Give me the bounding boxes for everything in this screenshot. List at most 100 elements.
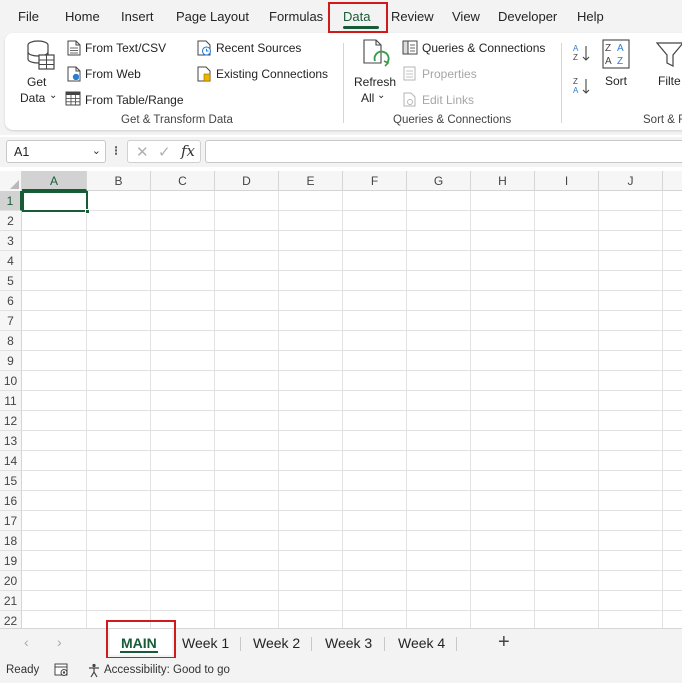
row-header-9[interactable]: 9 [0, 351, 22, 371]
sheet-tab-week-2[interactable]: Week 2 [253, 635, 300, 651]
column-header-a[interactable]: A [22, 171, 87, 191]
column-header-b[interactable]: B [87, 171, 151, 191]
menu-home[interactable]: Home [65, 9, 100, 24]
row-header-4[interactable]: 4 [0, 251, 22, 271]
macro-recorder-icon[interactable] [54, 663, 69, 677]
row-header-14[interactable]: 14 [0, 451, 22, 471]
row-header-18[interactable]: 18 [0, 531, 22, 551]
grid-row-line [22, 470, 682, 471]
grid-row-line [22, 230, 682, 231]
column-header-c[interactable]: C [151, 171, 215, 191]
row-header-13[interactable]: 13 [0, 431, 22, 451]
accessibility-status[interactable]: Accessibility: Good to go [104, 664, 230, 676]
insert-function-icon[interactable]: fx [181, 142, 195, 160]
formula-input[interactable] [205, 140, 682, 163]
ribbon: Get Data ⌄ From Text/CSV From Web From T… [5, 33, 682, 130]
name-box-value: A1 [14, 145, 30, 159]
row-header-1[interactable]: 1 [0, 191, 22, 211]
ribbon-area: Get Data ⌄ From Text/CSV From Web From T… [0, 33, 682, 135]
menu-review[interactable]: Review [391, 9, 434, 24]
more-options-icon[interactable]: ⁝ [114, 143, 118, 159]
column-header-h[interactable]: H [471, 171, 535, 191]
add-sheet-icon[interactable]: + [498, 631, 510, 654]
column-header-d[interactable]: D [215, 171, 279, 191]
ribbon-separator [343, 43, 344, 123]
row-header-3[interactable]: 3 [0, 231, 22, 251]
menu-data[interactable]: Data [343, 9, 370, 24]
row-header-17[interactable]: 17 [0, 511, 22, 531]
edit-links-icon [403, 92, 416, 107]
chevron-left-icon[interactable]: ‹ [24, 634, 29, 650]
refresh-all-label-2: All [361, 91, 375, 105]
svg-text:Z: Z [605, 43, 611, 54]
grid-row-line [22, 490, 682, 491]
menu-formulas[interactable]: Formulas [269, 9, 323, 24]
column-header-k[interactable] [663, 171, 682, 191]
row-header-19[interactable]: 19 [0, 551, 22, 571]
grid-row-line [22, 450, 682, 451]
select-all-icon [10, 180, 19, 189]
get-data-label-1: Get [27, 75, 47, 89]
row-header-22[interactable]: 22 [0, 611, 22, 628]
from-web-label: From Web [85, 67, 141, 81]
group-label-queries: Queries & Connections [393, 114, 512, 126]
properties-icon [403, 66, 416, 81]
existing-connections-icon [197, 66, 211, 82]
queries-connections-icon [402, 40, 418, 55]
filter-label: Filte [658, 74, 681, 88]
svg-text:A: A [573, 86, 579, 95]
menu-developer[interactable]: Developer [498, 9, 557, 24]
column-header-e[interactable]: E [279, 171, 343, 191]
row-header-11[interactable]: 11 [0, 391, 22, 411]
row-header-5[interactable]: 5 [0, 271, 22, 291]
menu-insert[interactable]: Insert [121, 9, 154, 24]
spreadsheet-grid[interactable]: A B C D E F G H I J 1 2 3 4 5 6 7 8 9 10… [0, 171, 682, 628]
column-header-f[interactable]: F [343, 171, 407, 191]
grid-row-line [22, 410, 682, 411]
row-header-10[interactable]: 10 [0, 371, 22, 391]
menu-help[interactable]: Help [577, 9, 604, 24]
row-header-21[interactable]: 21 [0, 591, 22, 611]
menu-page-layout[interactable]: Page Layout [176, 9, 249, 24]
row-header-12[interactable]: 12 [0, 411, 22, 431]
menu-view[interactable]: View [452, 9, 480, 24]
row-header-15[interactable]: 15 [0, 471, 22, 491]
sheet-tab-main[interactable]: MAIN [121, 635, 157, 651]
tab-separator [311, 637, 312, 651]
grid-row-line [22, 610, 682, 611]
select-all-button[interactable] [0, 171, 22, 191]
database-icon [27, 40, 55, 70]
refresh-all-label-1: Refresh [354, 75, 397, 89]
column-header-g[interactable]: G [407, 171, 471, 191]
cancel-icon[interactable]: ✕ [136, 143, 149, 161]
get-data-label-2: Data [20, 91, 46, 105]
row-header-16[interactable]: 16 [0, 491, 22, 511]
active-cell[interactable] [22, 191, 88, 212]
name-box[interactable]: A1 ⌄ [6, 140, 106, 163]
sheet-tab-week-4[interactable]: Week 4 [398, 635, 445, 651]
properties-label: Properties [422, 67, 477, 81]
group-label-get-transform: Get & Transform Data [121, 114, 233, 126]
chevron-down-icon[interactable]: ⌄ [92, 144, 101, 157]
row-header-7[interactable]: 7 [0, 311, 22, 331]
ribbon-separator [561, 43, 562, 123]
fill-handle[interactable] [85, 209, 90, 214]
row-header-6[interactable]: 6 [0, 291, 22, 311]
svg-text:A: A [605, 56, 612, 67]
grid-row-line [22, 510, 682, 511]
grid-row-line [22, 250, 682, 251]
formula-bar: A1 ⌄ ⁝ ✕ ✓ fx [0, 137, 682, 167]
column-header-j[interactable]: J [599, 171, 663, 191]
sheet-tab-week-3[interactable]: Week 3 [325, 635, 372, 651]
row-header-8[interactable]: 8 [0, 331, 22, 351]
sort-ascending-icon: A Z [573, 44, 590, 62]
row-header-20[interactable]: 20 [0, 571, 22, 591]
sheet-tab-week-1[interactable]: Week 1 [182, 635, 229, 651]
chevron-right-icon[interactable]: › [57, 634, 62, 650]
enter-icon[interactable]: ✓ [158, 143, 171, 161]
svg-text:A: A [573, 44, 579, 53]
accessibility-icon[interactable] [87, 663, 102, 678]
row-header-2[interactable]: 2 [0, 211, 22, 231]
column-header-i[interactable]: I [535, 171, 599, 191]
menu-file[interactable]: File [18, 9, 39, 24]
